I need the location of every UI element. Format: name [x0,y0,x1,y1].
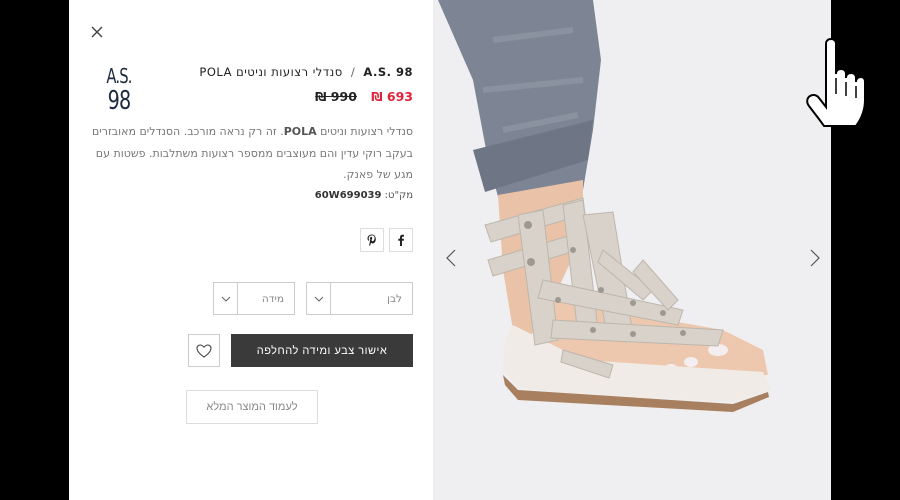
product-description: סנדלי רצועות וניטים POLA. זה רק נראה מור… [83,121,413,186]
price-row: 693 ₪ 990 ₪ [315,89,413,104]
product-brand: A.S. 98 [363,65,413,79]
full-product-page-button[interactable]: לעמוד המוצר המלא [186,390,318,424]
share-facebook-button[interactable] [389,228,413,252]
description-bold: POLA [283,125,317,138]
chevron-down-icon [307,283,331,314]
size-select-value: מידה [261,292,284,305]
chevron-right-icon [810,249,820,267]
product-name: סנדלי רצועות וניטים POLA [199,65,343,79]
color-select[interactable]: לבן [306,282,413,315]
product-photo [433,0,831,500]
quick-view-modal: A.S. 98 A.S. 98 / סנדלי רצועות וניטים PO… [69,0,831,500]
sku-value: 60W699039 [314,190,382,201]
close-button[interactable] [87,22,107,42]
share-pinterest-button[interactable] [360,228,384,252]
brand-logo: A.S. 98 [99,66,139,122]
wishlist-button[interactable] [188,334,220,367]
close-icon [91,26,103,38]
product-image-gallery [433,0,831,500]
brand-logo-line2: 98 [107,86,132,116]
gallery-prev-button[interactable] [441,246,461,270]
description-part1: סנדלי רצועות וניטים [316,125,413,138]
size-select[interactable]: מידה [213,282,295,315]
product-title: A.S. 98 / סנדלי רצועות וניטים POLA [199,65,413,79]
product-sku: מק"ט: 60W699039 [315,190,413,201]
facebook-icon [398,234,404,246]
pinterest-icon [367,234,376,246]
color-select-value: לבן [387,292,402,305]
heart-icon [196,343,212,358]
hand-pointer-icon [806,38,866,127]
sku-label: מק"ט: [381,190,413,201]
confirm-exchange-button[interactable]: אישור צבע ומידה להחלפה [231,334,413,367]
product-info-panel: A.S. 98 A.S. 98 / סנדלי רצועות וניטים PO… [69,0,433,500]
price-current: 693 ₪ [371,89,413,104]
price-original: 990 ₪ [315,89,357,104]
chevron-down-icon [214,283,238,314]
chevron-left-icon [446,249,456,267]
title-separator: / [350,65,356,79]
gallery-next-button[interactable] [805,246,825,270]
brand-logo-line1: A.S. [106,64,132,88]
